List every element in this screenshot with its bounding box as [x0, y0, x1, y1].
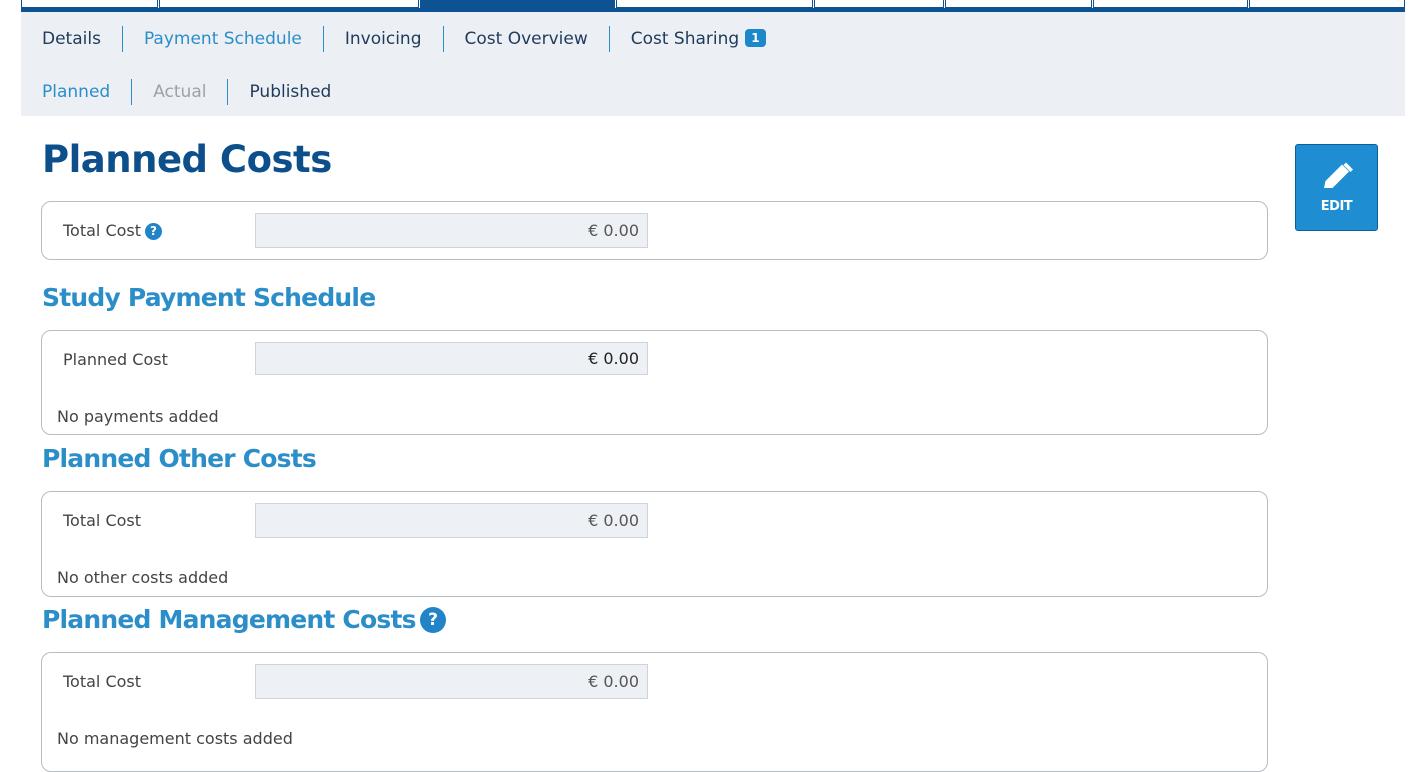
- top-tab-1[interactable]: [21, 0, 158, 8]
- top-tab-active[interactable]: [420, 0, 615, 8]
- tab-cost-sharing[interactable]: Cost Sharing 1: [608, 26, 787, 52]
- planned-management-costs-text: Planned Management Costs: [42, 605, 416, 634]
- primary-tabs: Details Payment Schedule Invoicing Cost …: [21, 26, 787, 52]
- other-costs-total-label: Total Cost: [63, 511, 142, 530]
- other-costs-total-field: € 0.00: [255, 503, 648, 538]
- study-payment-panel: Planned Cost € 0.00 No payments added: [41, 330, 1268, 435]
- total-cost-field: € 0.00: [255, 213, 648, 248]
- no-management-costs-message: No management costs added: [57, 729, 293, 748]
- total-cost-panel: Total Cost? € 0.00: [41, 201, 1268, 260]
- top-tab-2[interactable]: [159, 0, 419, 8]
- planned-management-costs-title: Planned Management Costs?: [42, 605, 446, 634]
- other-costs-panel: Total Cost € 0.00 No other costs added: [41, 491, 1268, 597]
- top-tab-5[interactable]: [814, 0, 944, 8]
- page-title: Planned Costs: [42, 138, 332, 181]
- top-tab-4[interactable]: [616, 0, 813, 8]
- top-tab-strip: [21, 0, 1405, 12]
- management-costs-panel: Total Cost € 0.00 No management costs ad…: [41, 652, 1268, 772]
- planned-cost-label: Planned Cost: [63, 350, 168, 369]
- edit-button[interactable]: EDIT: [1295, 144, 1378, 231]
- subtab-actual[interactable]: Actual: [131, 79, 227, 105]
- tab-details[interactable]: Details: [21, 26, 122, 52]
- cost-sharing-count-badge: 1: [745, 29, 766, 47]
- total-cost-label: Total Cost?: [63, 221, 163, 240]
- planned-cost-field: € 0.00: [255, 342, 648, 375]
- tab-invoicing[interactable]: Invoicing: [322, 26, 443, 52]
- study-payment-schedule-title: Study Payment Schedule: [42, 283, 376, 312]
- no-other-costs-message: No other costs added: [57, 568, 229, 587]
- subtab-published[interactable]: Published: [227, 79, 352, 105]
- total-cost-label-text: Total Cost: [63, 221, 142, 240]
- subtab-planned[interactable]: Planned: [21, 79, 131, 105]
- tab-cost-sharing-label: Cost Sharing: [630, 29, 740, 49]
- tab-payment-schedule[interactable]: Payment Schedule: [121, 26, 323, 52]
- top-tab-7[interactable]: [1093, 0, 1248, 8]
- no-payments-message: No payments added: [57, 407, 219, 426]
- secondary-tabs: Planned Actual Published: [21, 79, 352, 105]
- planned-other-costs-title: Planned Other Costs: [42, 444, 317, 473]
- question-mark-icon[interactable]: ?: [145, 223, 163, 240]
- tab-cost-overview[interactable]: Cost Overview: [442, 26, 609, 52]
- management-costs-total-label: Total Cost: [63, 672, 142, 691]
- management-costs-total-field: € 0.00: [255, 664, 648, 699]
- top-tab-8[interactable]: [1249, 0, 1405, 8]
- pencil-icon: [1323, 162, 1353, 188]
- top-tab-6[interactable]: [945, 0, 1092, 8]
- question-mark-icon[interactable]: ?: [419, 607, 446, 633]
- edit-button-label: EDIT: [1320, 199, 1353, 214]
- sub-navigation: Details Payment Schedule Invoicing Cost …: [21, 12, 1405, 116]
